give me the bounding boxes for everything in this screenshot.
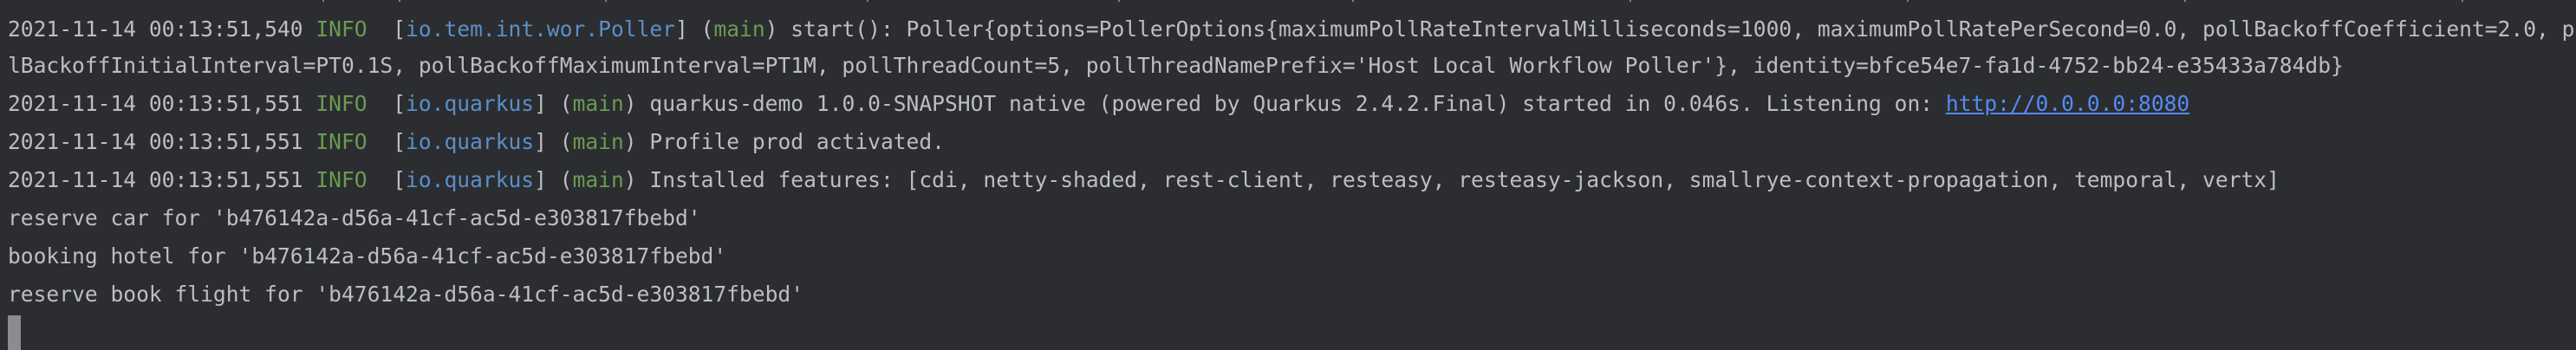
overflow-mark [1118,0,1120,2]
log-timestamp: 2021-11-14 00:13:51,551 [8,129,303,154]
stdout-line: reserve car for 'b476142a-d56a-41cf-ac5d… [8,205,701,230]
log-thread: main [713,16,765,42]
log-message: lBackoffInitialInterval=PT0.1S, pollBack… [8,53,2344,78]
overflow-mark [1352,0,1354,2]
log-logger: io.tem.int.wor.Poller [406,16,675,42]
log-message: Installed features: [cdi, netty-shaded, … [649,167,2280,192]
log-thread: main [572,91,624,116]
log-timestamp: 2021-11-14 00:13:51,540 [8,16,303,42]
log-level: INFO [315,167,368,192]
log-line-continuation: lBackoffInitialInterval=PT0.1S, pollBack… [8,47,2576,85]
log-thread: main [572,129,624,154]
log-timestamp: 2021-11-14 00:13:51,551 [8,91,303,116]
log-message: quarkus-demo 1.0.0-SNAPSHOT native (powe… [649,91,1946,116]
overflow-mark [2462,0,2463,2]
log-line: 2021-11-14 00:13:51,551 INFO [io.quarkus… [8,91,2190,116]
listening-url-link[interactable]: http://0.0.0.0:8080 [1946,91,2189,116]
log-level: INFO [315,129,368,154]
stdout-line: booking hotel for 'b476142a-d56a-41cf-ac… [8,243,727,269]
log-line: 2021-11-14 00:13:51,551 INFO [io.quarkus… [8,129,945,154]
log-line: 2021-11-14 00:13:51,540 INFO [io.tem.int… [8,10,2576,49]
log-logger: io.quarkus [406,91,535,116]
stdout-line: reserve book flight for 'b476142a-d56a-4… [8,282,804,307]
log-thread: main [572,167,624,192]
log-level: INFO [315,91,368,116]
overflow-mark [1630,0,1631,2]
log-message: start(): Poller{options=PollerOptions{ma… [790,16,2576,42]
overflow-mark [867,0,868,2]
overflow-mark [1907,0,1909,2]
text-cursor [8,315,21,350]
log-line: 2021-11-14 00:13:51,551 INFO [io.quarkus… [8,167,2280,192]
overflow-mark [605,0,607,2]
log-logger: io.quarkus [406,167,535,192]
overflow-mark [322,0,324,2]
overflow-mark [2184,0,2186,2]
previous-line-overflow [0,0,2576,5]
log-logger: io.quarkus [406,129,535,154]
log-timestamp: 2021-11-14 00:13:51,551 [8,167,303,192]
overflow-mark [399,0,400,2]
run-console-output[interactable]: 2021-11-14 00:13:51,540 INFO [io.tem.int… [0,0,2576,350]
log-level: INFO [315,16,368,42]
log-message: Profile prod activated. [649,129,945,154]
